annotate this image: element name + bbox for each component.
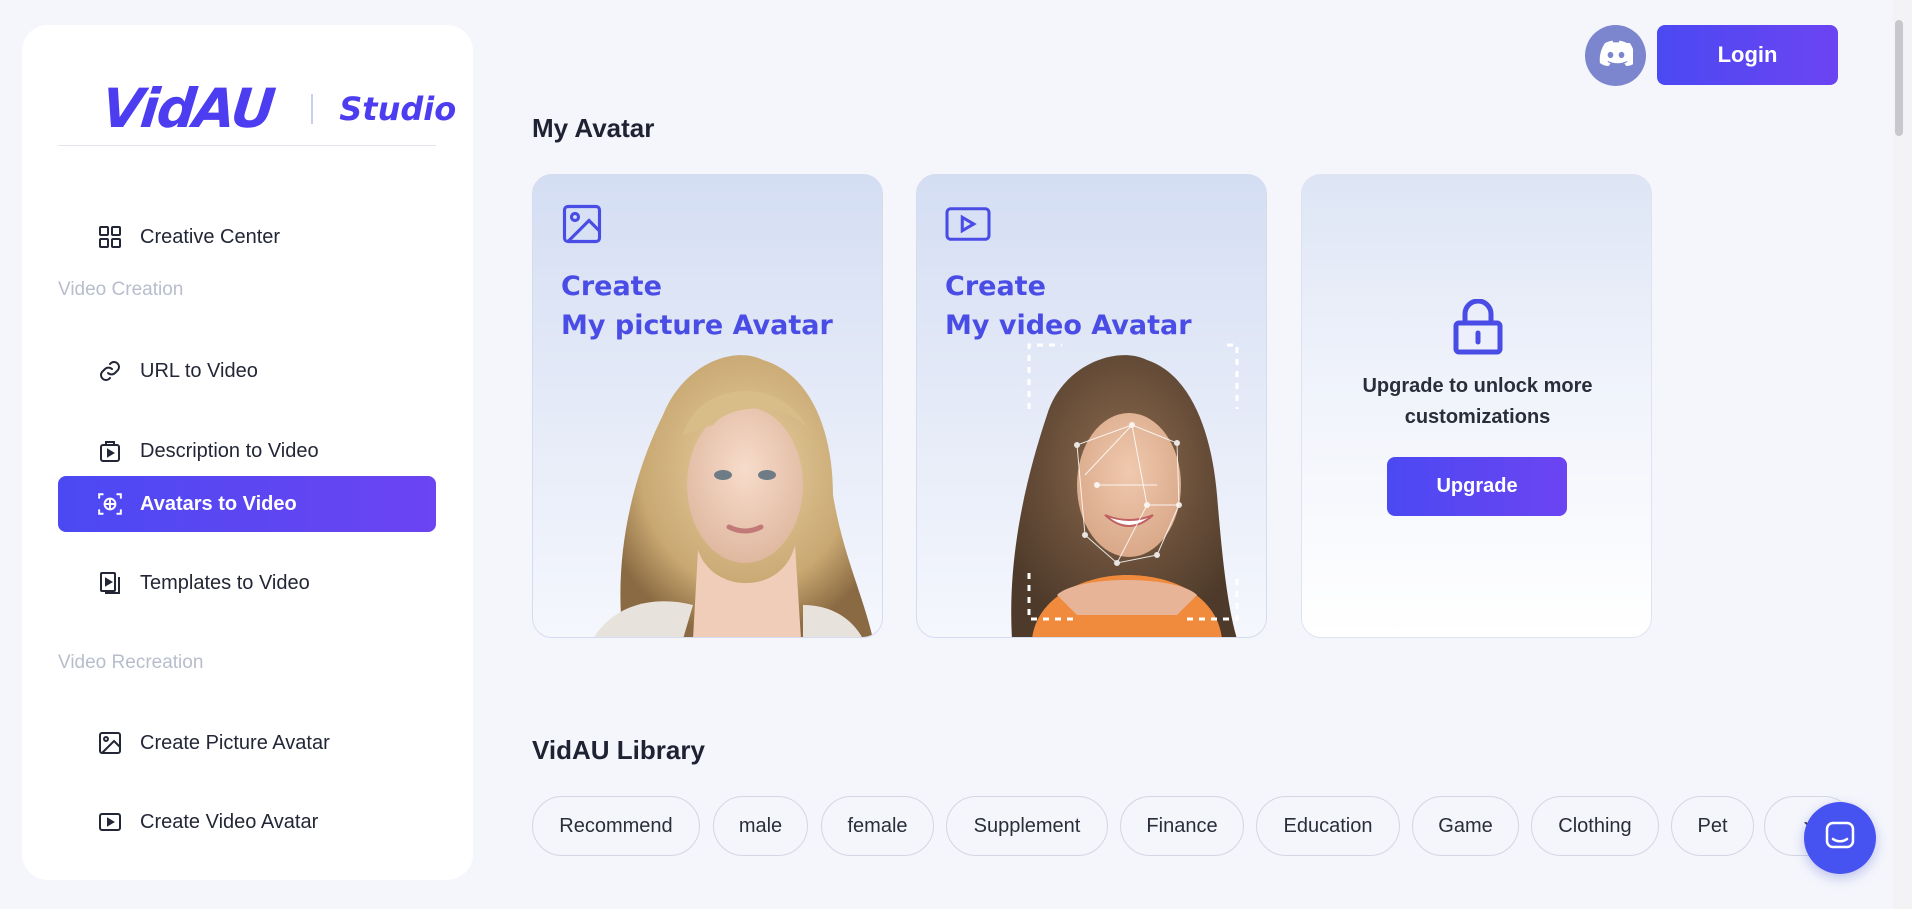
- card-title: Create My picture Avatar: [561, 267, 833, 345]
- link-icon: [96, 357, 124, 385]
- sidebar-item-label: Create Picture Avatar: [140, 731, 330, 754]
- scrollbar-thumb[interactable]: [1895, 20, 1903, 136]
- create-video-avatar-card[interactable]: Create My video Avatar: [916, 174, 1267, 638]
- brand[interactable]: VidAU Studio: [99, 77, 457, 140]
- discord-button[interactable]: [1585, 25, 1646, 86]
- chip-female[interactable]: female: [821, 796, 934, 856]
- section-label-video-creation: Video Creation: [58, 279, 184, 300]
- section-title-my-avatar: My Avatar: [532, 113, 655, 143]
- sidebar: VidAU Studio Creative Center Video Creat…: [22, 25, 473, 880]
- lock-icon: [1452, 298, 1504, 360]
- chip-supplement[interactable]: Supplement: [946, 796, 1108, 856]
- video-icon: [96, 808, 124, 836]
- sidebar-item-avatars-to-video[interactable]: Avatars to Video: [58, 476, 436, 532]
- card-title: Create My video Avatar: [945, 267, 1192, 345]
- scroll-track: [1893, 0, 1912, 909]
- image-icon: [561, 203, 603, 250]
- divider: [58, 145, 436, 146]
- chip-finance[interactable]: Finance: [1120, 796, 1244, 856]
- upgrade-message-line1: Upgrade to unlock more: [1362, 375, 1593, 397]
- brand-studio: Studio: [339, 89, 457, 128]
- brand-separator: [311, 93, 314, 124]
- chat-support-button[interactable]: [1804, 802, 1876, 874]
- chip-pet[interactable]: Pet: [1671, 796, 1754, 856]
- create-picture-avatar-card[interactable]: Create My picture Avatar: [532, 174, 883, 638]
- sidebar-item-url-to-video[interactable]: URL to Video: [58, 343, 436, 399]
- template-icon: [96, 569, 124, 597]
- sidebar-item-label: URL to Video: [140, 359, 258, 382]
- section-label-video-recreation: Video Recreation: [58, 652, 204, 673]
- brand-logo[interactable]: VidAU: [99, 77, 277, 140]
- sidebar-item-label: Description to Video: [140, 439, 319, 462]
- chat-icon: [1824, 820, 1856, 857]
- sidebar-item-templates-to-video[interactable]: Templates to Video: [58, 555, 436, 611]
- chip-recommend[interactable]: Recommend: [532, 796, 700, 856]
- sidebar-item-creative-center[interactable]: Creative Center: [58, 209, 436, 265]
- sidebar-item-label: Create Video Avatar: [140, 810, 319, 833]
- chip-game[interactable]: Game: [1412, 796, 1519, 856]
- sidebar-item-create-picture-avatar[interactable]: Create Picture Avatar: [58, 715, 436, 771]
- upgrade-button[interactable]: Upgrade: [1387, 457, 1567, 516]
- video-bag-icon: [96, 437, 124, 465]
- grid-icon: [96, 223, 124, 251]
- sidebar-item-create-video-avatar[interactable]: Create Video Avatar: [58, 794, 436, 850]
- card-title-line2: My picture Avatar: [561, 310, 833, 341]
- image-icon: [96, 729, 124, 757]
- video-icon: [945, 203, 991, 250]
- chip-clothing[interactable]: Clothing: [1531, 796, 1659, 856]
- card-title-line2: My video Avatar: [945, 310, 1192, 341]
- card-title-line1: Create: [561, 271, 662, 302]
- upgrade-card: Upgrade to unlock more customizations Up…: [1301, 174, 1652, 638]
- avatar-scan-icon: [96, 490, 124, 518]
- upgrade-message-line2: customizations: [1404, 406, 1551, 428]
- card-title-line1: Create: [945, 271, 1046, 302]
- sidebar-item-description-to-video[interactable]: Description to Video: [58, 423, 436, 479]
- chip-education[interactable]: Education: [1256, 796, 1400, 856]
- chip-male[interactable]: male: [713, 796, 808, 856]
- discord-icon: [1599, 40, 1635, 71]
- sidebar-item-label: Avatars to Video: [140, 492, 297, 515]
- login-button[interactable]: Login: [1657, 25, 1838, 85]
- sidebar-item-label: Creative Center: [140, 225, 281, 248]
- upgrade-message: Upgrade to unlock more customizations: [1302, 371, 1653, 433]
- section-title-library: VidAU Library: [532, 735, 705, 765]
- sidebar-item-label: Templates to Video: [140, 571, 310, 594]
